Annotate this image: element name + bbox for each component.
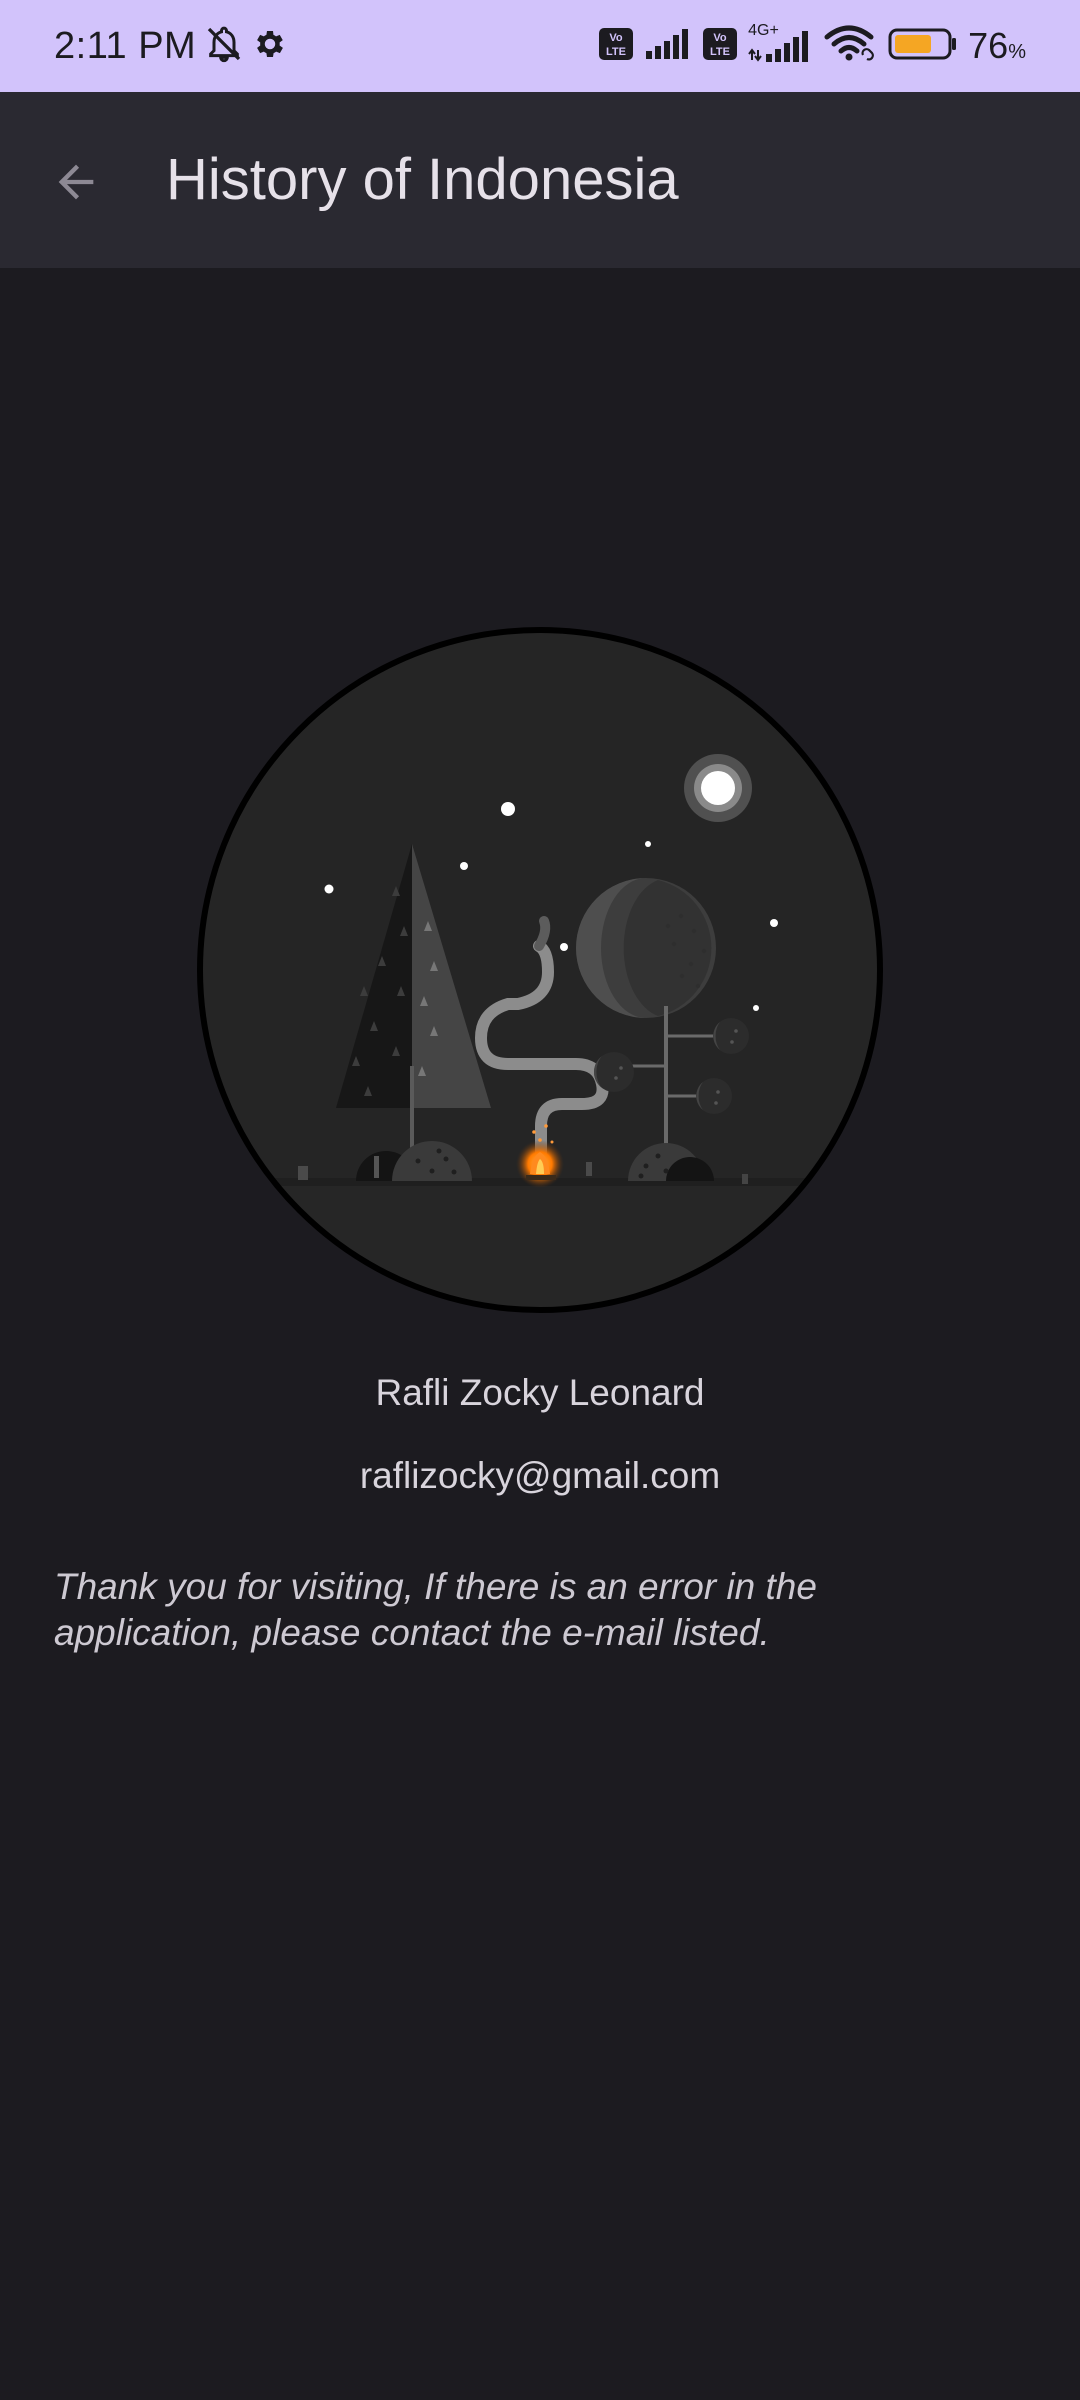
status-left: 2:11 PM	[54, 0, 288, 92]
battery-percent-suffix: %	[1008, 41, 1026, 63]
battery-icon	[888, 27, 958, 66]
signal-4g-icon: 4G+	[748, 22, 814, 66]
gear-icon	[252, 26, 288, 67]
battery-percent-value: 76	[968, 25, 1009, 66]
status-right: Vo LTE Vo LTE 4G+ 76%	[598, 0, 1026, 92]
app-bar: History of Indonesia	[0, 92, 1080, 268]
wifi-icon	[824, 25, 878, 68]
night-forest-illustration	[197, 627, 883, 1313]
status-bar: 2:11 PM Vo LTE Vo LTE 4G+ 76%	[0, 0, 1080, 92]
profile-name: Rafli Zocky Leonard	[375, 1372, 705, 1413]
profile-email[interactable]: raflizocky@gmail.com	[0, 1455, 1080, 1497]
arrow-left-icon	[50, 156, 102, 213]
svg-text:Vo: Vo	[610, 32, 624, 44]
svg-text:Vo: Vo	[714, 32, 728, 44]
thanks-message: Thank you for visiting, If there is an e…	[54, 1566, 817, 1653]
battery-percent: 76%	[968, 25, 1026, 67]
svg-text:LTE: LTE	[606, 46, 626, 58]
svg-text:LTE: LTE	[710, 46, 730, 58]
volte-icon: Vo LTE	[702, 27, 738, 66]
back-button[interactable]	[36, 144, 116, 224]
signal-icon	[644, 27, 692, 66]
page-title: History of Indonesia	[166, 147, 679, 212]
status-time: 2:11 PM	[54, 24, 197, 67]
volte-icon: Vo LTE	[598, 27, 634, 66]
bell-off-icon	[204, 24, 244, 69]
avatar	[196, 626, 884, 1314]
